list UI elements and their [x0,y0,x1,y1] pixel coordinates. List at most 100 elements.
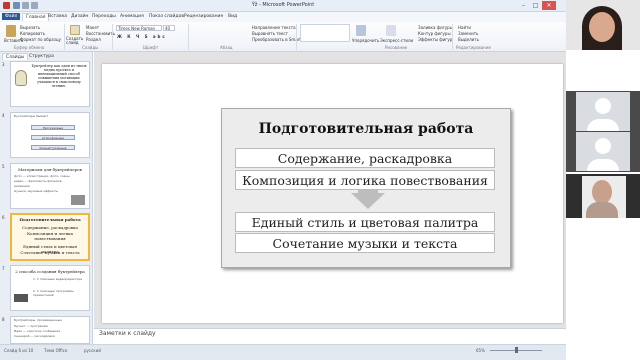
slide-thumbnail-selected[interactable]: Подготовительная работа Содержание, раск… [10,213,90,261]
tab-design[interactable]: Дизайн [68,13,91,20]
ribbon-divider [452,24,453,50]
ribbon-divider [64,24,65,50]
thumbnail-line: Композиция и логика повествования [26,231,74,241]
slide-number: 5 [2,164,5,169]
quick-styles-button[interactable]: Экспресс-стили [380,38,413,43]
thumbnail-line: Сочетание музыки и текста [20,250,80,255]
window-title: Ýž - Microsoft PowerPoint [251,2,315,8]
thumbnail-title: Подготовительная работа [19,217,81,222]
thumbnail-line: 2. С помощью программы презентаций [33,289,74,297]
replace-button[interactable]: Заменить [458,31,478,36]
zoom-level[interactable]: 65% [476,348,485,353]
slide-item-box[interactable]: Сочетание музыки и текста [235,233,495,253]
thumbnail-line: музыка, звуковые эффекты [14,189,58,193]
font-size-select[interactable]: 40 [163,25,175,31]
select-button[interactable]: Выделить [458,37,479,42]
slide-thumbnail[interactable]: Буктрейлер как один из типов медиа проек… [10,61,90,107]
thumbnail-title: Буктрейлеры бывают [14,114,49,118]
thumbnail-title: Буктрейлер как один из типов медиа проек… [31,64,87,88]
thumbnail-line: Сценарий — раскадровка [14,334,55,338]
drawing-group-label: Рисование [385,45,408,50]
new-slide-icon[interactable] [70,25,80,35]
close-button[interactable]: ✕ [542,1,556,10]
text-direction-button[interactable]: Направление текста [252,25,296,30]
avatar-body-icon [587,159,619,171]
tab-slides[interactable]: Слайды [2,53,29,60]
slide-number: 7 [2,266,5,271]
font-name-select[interactable]: Times New Roman [116,25,162,31]
notes-pane[interactable] [94,328,566,344]
section-button[interactable]: Раздел [86,37,101,42]
slide-item-box[interactable]: Содержание, раскадровка [235,148,495,168]
slide-thumbnail[interactable]: Буктрейлеры, произведенные Проект — прог… [10,316,90,344]
arrange-button[interactable]: Упорядочить [352,38,379,43]
ribbon-divider [296,24,297,50]
slide-item-box[interactable]: Единый стиль и цветовая палитра [235,212,495,232]
lightbulb-icon [15,70,27,86]
layout-button[interactable]: Макет [86,25,99,30]
font-format-buttons[interactable]: Ж К Ч S abc [117,34,167,39]
ribbon-divider [188,24,189,50]
slide-thumbnail[interactable]: Материалы для буктрейлеров фото — иллюст… [10,163,90,209]
tab-transitions[interactable]: Переходы [89,13,119,20]
participant-video-2[interactable] [566,174,640,218]
camera-icon [14,294,28,302]
film-icon [71,195,85,205]
zoom-slider-handle[interactable] [515,347,518,353]
participant-placeholder-tile[interactable] [576,132,630,171]
thumbnail-title: 2 способа создания буктрейлера [15,269,85,274]
shape-outline-button[interactable]: Контур фигуры [418,31,451,36]
participant-face [592,180,612,204]
tab-file[interactable]: Файл [2,13,21,20]
notes-placeholder: Заметки к слайду [99,330,156,337]
new-slide-button[interactable]: Создать слайд [66,37,84,45]
shape-effects-button[interactable]: Эффекты фигур [418,37,452,42]
editing-group-label: Редактирование [456,45,491,50]
clipboard-group-label: Буфер обмена [14,45,45,50]
format-painter-button[interactable]: Формат по образцу [20,37,61,42]
theme-name: Тема Office [44,348,68,353]
tab-view[interactable]: Вид [225,13,240,20]
thumbnail-title: Буктрейлеры, произведенные [14,318,62,322]
slides-group-label: Слайды [82,45,99,50]
tab-outline[interactable]: Структура [26,53,57,60]
minimize-button[interactable]: – [518,1,529,10]
align-text-button[interactable]: Выровнять текст [252,31,288,36]
thumbnail-box: Рассказовые [31,125,75,130]
thumbnail-line: 1. С помощью видеоредактора [33,277,83,281]
participant-placeholder-tile[interactable] [576,92,630,131]
paste-icon[interactable] [6,25,16,37]
slide-counter: Слайд 6 из 10 [4,348,34,353]
slide-number: 4 [2,113,5,118]
avatar-head-icon [595,138,611,154]
thumbnail-box: Концептуальные [31,145,75,150]
cut-button[interactable]: Вырезать [20,25,40,30]
down-arrow-icon[interactable] [351,193,385,209]
convert-smartart-button[interactable]: Преобразовать в SmartArt [252,37,307,42]
slide-number: 6 [2,215,5,220]
slide-item-box[interactable]: Композиция и логика повествования [235,170,495,190]
thumbnail-box: Атмосферные [31,135,75,140]
tab-review[interactable]: Рецензирование [181,13,226,20]
tab-animation[interactable]: Анимация [117,13,147,20]
font-group-label: Шрифт [143,45,159,50]
shape-fill-button[interactable]: Заливка фигуры [418,25,453,30]
participant-video-1[interactable] [566,0,640,50]
ribbon-divider [112,24,113,50]
shapes-gallery[interactable] [300,24,350,42]
quick-styles-icon[interactable] [386,25,396,36]
slide-thumbnail[interactable]: 2 способа создания буктрейлера 1. С помо… [10,265,90,311]
thumbnail-line: Содержание, раскадровка [22,225,78,230]
copy-button[interactable]: Копировать [20,31,45,36]
slide-thumbnail[interactable]: Буктрейлеры бывают Рассказовые Атмосферн… [10,112,90,158]
participant-face [589,12,615,42]
arrange-icon[interactable] [356,25,366,36]
slide-number: 3 [2,62,5,67]
maximize-button[interactable]: □ [530,1,541,10]
slide-title[interactable]: Подготовительная работа [221,121,511,137]
find-button[interactable]: Найти [458,25,471,30]
tab-insert[interactable]: Вставка [45,13,70,20]
reset-button[interactable]: Восстановить [86,31,115,36]
avatar-head-icon [595,98,611,114]
language-indicator[interactable]: русский [84,348,101,353]
